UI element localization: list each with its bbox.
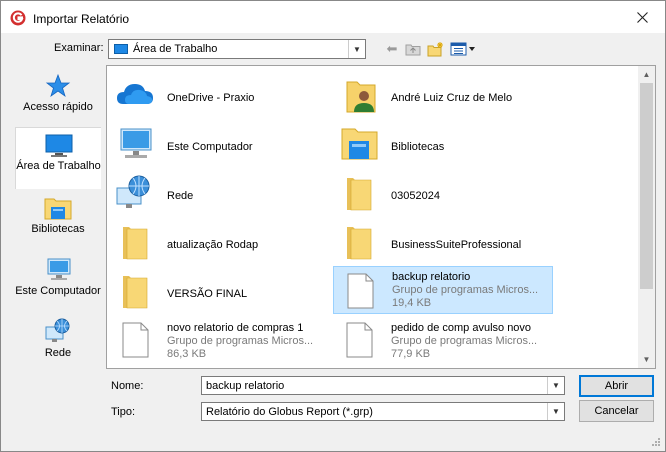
item-type: Grupo de programas Micros...: [392, 284, 539, 296]
view-menu-button[interactable]: [450, 41, 476, 57]
list-item-folder[interactable]: BusinessSuiteProfessional: [333, 217, 553, 263]
item-name: Este Computador: [167, 141, 253, 153]
network-icon: [45, 318, 70, 342]
filename-input[interactable]: backup relatorio ▼: [201, 376, 565, 395]
chevron-down-icon[interactable]: ▼: [348, 40, 365, 58]
view-menu-icon: [450, 42, 475, 56]
new-folder-icon: [427, 42, 443, 57]
filetype-label: Tipo:: [111, 406, 136, 418]
computer-icon: [47, 258, 71, 280]
libraries-icon: [341, 128, 378, 160]
item-name: atualização Rodap: [167, 239, 259, 251]
scroll-thumb[interactable]: [640, 83, 653, 289]
file-list: OneDrive - Praxio André Luiz Cruz de Mel…: [106, 65, 656, 369]
list-item-file[interactable]: pedido de comp avulso novo Grupo de prog…: [333, 316, 553, 366]
item-type: Grupo de programas Micros...: [167, 335, 314, 347]
list-item-this-computer[interactable]: Este Computador: [109, 119, 329, 165]
place-network[interactable]: Rede: [15, 315, 101, 363]
folder-icon: [123, 227, 148, 260]
list-item-folder[interactable]: VERSÃO FINAL: [109, 266, 329, 312]
list-item-file-selected[interactable]: backup relatorio Grupo de programas Micr…: [333, 266, 553, 314]
list-item-folder[interactable]: 03052024: [333, 168, 553, 214]
title-bar: Importar Relatório: [1, 1, 665, 33]
item-name: backup relatorio: [392, 271, 471, 283]
lookin-label: Examinar:: [54, 42, 104, 54]
item-name: Bibliotecas: [391, 141, 445, 153]
filename-value: backup relatorio: [206, 380, 285, 392]
user-folder-icon: [346, 81, 376, 113]
list-item-file[interactable]: novo relatorio de compras 1 Grupo de pro…: [109, 316, 329, 366]
chevron-down-icon[interactable]: ▼: [547, 377, 564, 394]
filetype-dropdown[interactable]: Relatório do Globus Report (*.grp) ▼: [201, 402, 565, 421]
file-icon: [122, 322, 149, 358]
folder-icon: [123, 276, 148, 309]
star-icon: [45, 73, 71, 98]
item-name: André Luiz Cruz de Melo: [391, 92, 513, 104]
item-size: 19,4 KB: [392, 297, 432, 309]
place-label: Área de Trabalho: [16, 160, 101, 172]
resize-grip-icon[interactable]: [651, 437, 661, 447]
list-item-network[interactable]: Rede: [109, 168, 329, 214]
item-name: novo relatorio de compras 1: [167, 322, 304, 334]
place-desktop[interactable]: Área de Trabalho: [15, 127, 101, 189]
vertical-scrollbar[interactable]: ▲ ▼: [638, 66, 655, 368]
desktop-icon: [114, 44, 128, 54]
libraries-icon: [44, 198, 72, 220]
list-item-user-folder[interactable]: André Luiz Cruz de Melo: [333, 70, 553, 116]
back-button[interactable]: ⬅: [384, 41, 400, 57]
back-arrow-icon: ⬅: [386, 41, 398, 56]
globus-logo-icon: [10, 10, 26, 26]
folder-icon: [347, 227, 372, 260]
place-label: Este Computador: [15, 285, 101, 297]
import-dialog: Importar Relatório Examinar: Área de Tra…: [0, 0, 666, 452]
computer-icon: [120, 128, 152, 158]
lookin-value: Área de Trabalho: [133, 43, 218, 55]
desktop-icon: [45, 134, 72, 157]
filename-label: Nome:: [111, 380, 144, 392]
place-label: Bibliotecas: [31, 223, 85, 235]
item-name: BusinessSuiteProfessional: [391, 239, 522, 251]
up-folder-icon: [405, 44, 421, 56]
close-button[interactable]: [619, 1, 665, 33]
place-this-computer[interactable]: Este Computador: [15, 255, 101, 303]
item-size: 77,9 KB: [391, 348, 431, 360]
item-name: VERSÃO FINAL: [167, 288, 248, 300]
cloud-icon: [117, 84, 153, 104]
cancel-button[interactable]: Cancelar: [579, 400, 654, 422]
new-folder-button[interactable]: [427, 41, 445, 57]
scroll-down-icon[interactable]: ▼: [638, 351, 655, 368]
item-size: 86,3 KB: [167, 348, 207, 360]
item-name: Rede: [167, 190, 194, 202]
close-icon: [636, 11, 648, 23]
network-icon: [116, 175, 150, 208]
list-item-onedrive[interactable]: OneDrive - Praxio: [109, 70, 329, 116]
window-title: Importar Relatório: [33, 12, 130, 26]
item-name: pedido de comp avulso novo: [391, 322, 532, 334]
scroll-up-icon[interactable]: ▲: [638, 66, 655, 83]
list-item-libraries[interactable]: Bibliotecas: [333, 119, 553, 165]
place-quick-access[interactable]: Acesso rápido: [15, 69, 101, 123]
place-libraries[interactable]: Bibliotecas: [15, 193, 101, 241]
folder-icon: [347, 178, 372, 211]
file-icon: [347, 273, 374, 309]
item-type: Grupo de programas Micros...: [391, 335, 538, 347]
file-icon: [346, 322, 373, 358]
place-label: Rede: [44, 347, 72, 359]
list-item-folder[interactable]: atualização Rodap: [109, 217, 329, 263]
item-name: OneDrive - Praxio: [167, 92, 255, 104]
up-folder-button[interactable]: [405, 41, 421, 57]
open-button[interactable]: Abrir: [579, 375, 654, 397]
item-name: 03052024: [391, 190, 440, 202]
lookin-dropdown[interactable]: Área de Trabalho ▼: [108, 39, 366, 59]
places-bar: Acesso rápido Área de Trabalho Bibliotec…: [7, 63, 101, 371]
place-label: Acesso rápido: [23, 101, 93, 113]
filetype-value: Relatório do Globus Report (*.grp): [206, 406, 373, 418]
chevron-down-icon[interactable]: ▼: [547, 403, 564, 420]
